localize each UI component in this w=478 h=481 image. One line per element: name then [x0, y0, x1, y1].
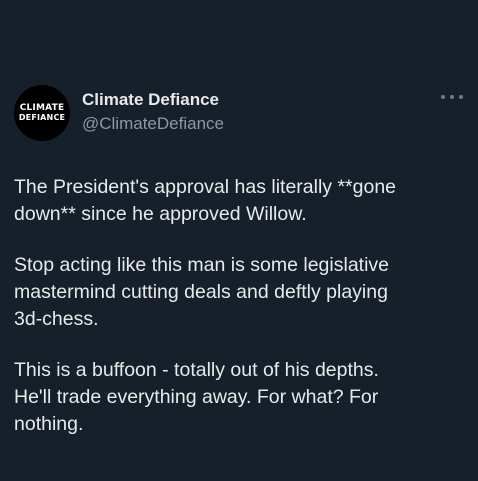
more-dot: [441, 95, 445, 99]
tweet-paragraph: Stop acting like this man is some legisl…: [14, 254, 390, 330]
more-dot: [459, 95, 463, 99]
tweet-text: The President's approval has literally *…: [14, 174, 469, 462]
author-handle[interactable]: @ClimateDefiance: [82, 114, 224, 134]
avatar-logo-line-1: CLIMATE: [19, 103, 65, 113]
author-display-name[interactable]: Climate Defiance: [82, 90, 219, 110]
tweet-paragraph: The President's approval has literally *…: [14, 176, 397, 225]
avatar-logo-line-2: DEFIANCE: [18, 113, 66, 122]
more-options-icon[interactable]: [441, 90, 463, 104]
tweet-card: CLIMATE DEFIANCE Climate Defiance @Clima…: [0, 0, 478, 481]
tweet-paragraph: This is a buffoon - totally out of his d…: [14, 359, 379, 435]
more-dot: [450, 95, 454, 99]
avatar[interactable]: CLIMATE DEFIANCE: [14, 85, 70, 141]
